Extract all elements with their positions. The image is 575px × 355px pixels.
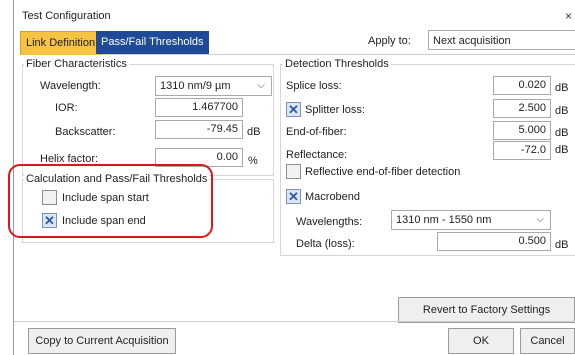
chevron-down-icon: ⌵ (257, 80, 265, 91)
highlight-annotation (8, 164, 213, 238)
wavelength-value: 1310 nm/9 µm (160, 80, 231, 92)
copy-to-current-acquisition-button[interactable]: Copy to Current Acquisition (28, 328, 176, 354)
reflective-eof-checkbox[interactable] (286, 164, 301, 179)
tab-pass-fail-thresholds[interactable]: Pass/Fail Thresholds (96, 31, 209, 54)
end-of-fiber-label: End-of-fiber: (286, 126, 347, 138)
splitter-loss-unit: dB (555, 105, 569, 117)
dialog-title: Test Configuration (22, 10, 111, 22)
delta-loss-unit: dB (555, 239, 569, 251)
helix-factor-unit: % (248, 155, 258, 167)
reflectance-field[interactable]: -72.0 (493, 141, 551, 160)
fiber-characteristics-title: Fiber Characteristics (24, 58, 129, 70)
footer-divider (14, 321, 575, 322)
delta-loss-label: Delta (loss): (296, 238, 355, 250)
reflective-eof-label: Reflective end-of-fiber detection (305, 166, 461, 178)
apply-to-input[interactable]: Next acquisition (428, 30, 575, 50)
splice-loss-label: Splice loss: (286, 80, 342, 92)
ior-label: IOR: (55, 102, 78, 114)
chevron-down-icon: ⌵ (536, 214, 544, 225)
wavelength-select[interactable]: 1310 nm/9 µm ⌵ (155, 76, 272, 96)
delta-loss-field[interactable]: 0.500 (437, 232, 551, 251)
macrobend-label: Macrobend (305, 191, 361, 203)
ior-field[interactable]: 1.467700 (155, 98, 243, 117)
backscatter-unit: dB (247, 126, 261, 138)
cancel-button[interactable]: Cancel (520, 328, 575, 354)
revert-to-factory-settings-button[interactable]: Revert to Factory Settings (398, 297, 575, 323)
wavelength-label: Wavelength: (40, 80, 101, 92)
wavelengths-value: 1310 nm - 1550 nm (396, 214, 492, 226)
end-of-fiber-unit: dB (555, 127, 569, 139)
end-of-fiber-field[interactable]: 5.000 (493, 121, 551, 140)
close-icon[interactable]: × (565, 9, 572, 23)
reflectance-label: Reflectance: (286, 149, 348, 161)
apply-to-label: Apply to: (368, 35, 411, 47)
splice-loss-field[interactable]: 0.020 (493, 76, 551, 95)
ok-button[interactable]: OK (448, 328, 514, 354)
wavelengths-select[interactable]: 1310 nm - 1550 nm ⌵ (391, 210, 551, 230)
splitter-loss-checkbox[interactable]: ✕ (286, 102, 301, 117)
splitter-loss-field[interactable]: 2.500 (493, 99, 551, 118)
check-icon: ✕ (288, 102, 299, 117)
tab-link-definition[interactable]: Link Definition (20, 31, 102, 55)
wavelengths-label: Wavelengths: (296, 216, 363, 228)
backscatter-field[interactable]: -79.45 (155, 120, 243, 139)
macrobend-checkbox[interactable]: ✕ (286, 189, 301, 204)
splitter-loss-label: Splitter loss: (305, 104, 365, 116)
check-icon: ✕ (288, 189, 299, 204)
detection-thresholds-title: Detection Thresholds (283, 58, 391, 70)
reflectance-unit: dB (555, 144, 569, 156)
backscatter-label: Backscatter: (55, 126, 116, 138)
splice-loss-unit: dB (555, 82, 569, 94)
